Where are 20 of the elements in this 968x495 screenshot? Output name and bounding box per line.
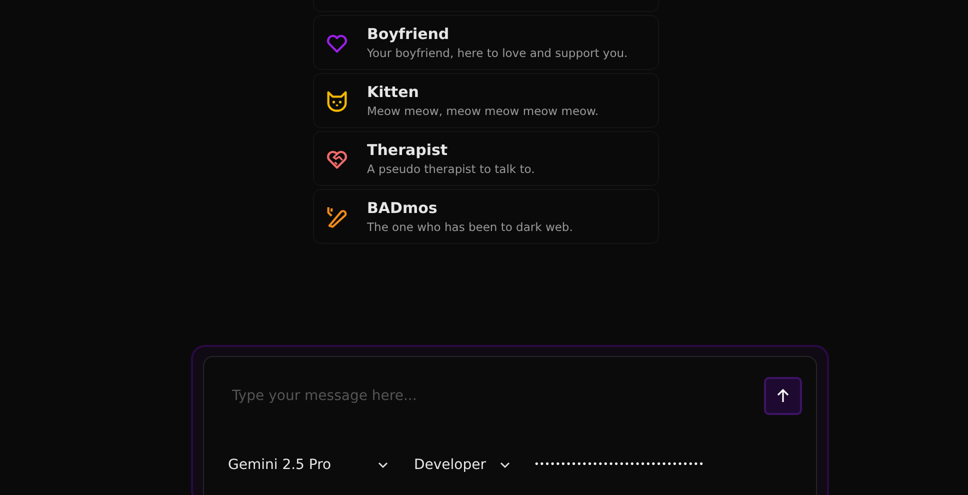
model-select[interactable]: Gemini 2.5 Pro	[226, 457, 390, 473]
persona-title: Kitten	[367, 83, 420, 101]
send-button[interactable]	[764, 377, 802, 415]
chevron-down-icon	[378, 462, 388, 468]
persona-title: BADmos	[367, 199, 438, 217]
persona-description: The one who has been to dark web.	[367, 220, 573, 234]
persona-card[interactable]: BADmos The one who has been to dark web.	[313, 189, 659, 244]
persona-description: Your boyfriend, here to love and support you.	[367, 46, 628, 60]
persona-card[interactable]: Boyfriend Your boyfriend, here to love and support you.	[313, 15, 659, 70]
message-input[interactable]: Type your message here...	[226, 388, 688, 404]
persona-description: Meow meow, meow meow meow meow.	[367, 104, 599, 118]
persona-description: A pseudo therapist to talk to.	[367, 162, 535, 176]
mode-select[interactable]: Developer	[412, 457, 512, 473]
persona-title: Therapist	[367, 141, 449, 159]
chevron-down-icon	[500, 462, 510, 468]
arrow-up-icon	[776, 389, 790, 403]
persona-title: Boyfriend	[367, 25, 450, 43]
persona-card[interactable]: Kitten Meow meow, meow meow meow meow.	[313, 73, 659, 128]
api-key-field[interactable]: ••••••••••••••••••••••••••••••••	[534, 460, 754, 470]
persona-card[interactable]: Therapist A pseudo therapist to talk to.	[313, 131, 659, 186]
